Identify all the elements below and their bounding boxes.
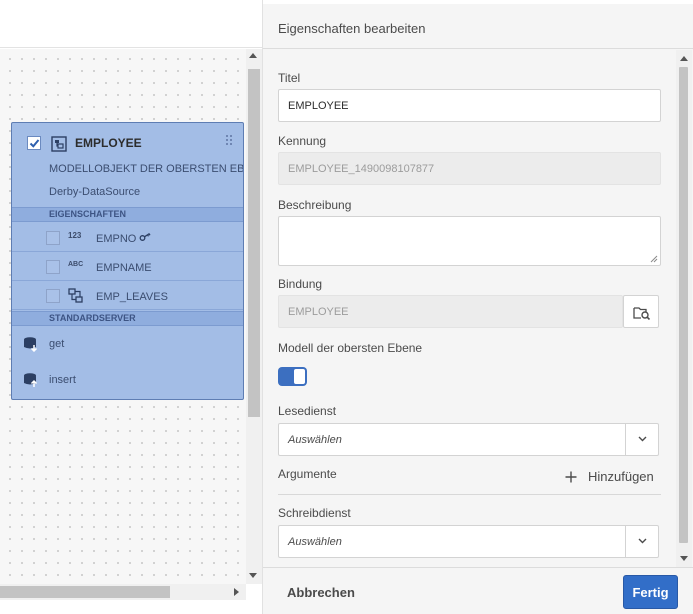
panel-body: Titel EMPLOYEE Kennung EMPLOYEE_14900981… <box>263 50 693 567</box>
canvas-toolbar <box>0 0 262 48</box>
lesedienst-dropdown-button[interactable] <box>625 424 658 455</box>
service-row-get[interactable]: get <box>12 327 243 361</box>
scroll-down-icon[interactable] <box>249 573 257 578</box>
argumente-label: Argumente <box>278 467 337 481</box>
toplevel-toggle[interactable] <box>278 367 307 386</box>
property-row-empname[interactable]: ABC EMPNAME <box>12 252 243 281</box>
lesedienst-value: Auswählen <box>288 434 342 446</box>
titel-input[interactable]: EMPLOYEE <box>278 89 661 122</box>
model-card-header: EMPLOYEE <box>12 123 243 163</box>
add-argument-button[interactable]: Hinzufügen <box>588 469 654 484</box>
services-section-header: STANDARDSERVER <box>12 311 243 326</box>
property-name: EMP_LEAVES <box>96 291 168 303</box>
canvas-footer-strip <box>0 600 262 614</box>
scroll-down-icon[interactable] <box>680 556 688 561</box>
property-row-empno[interactable]: 123 EMPNO <box>12 223 243 252</box>
kennung-label: Kennung <box>278 134 327 148</box>
panel-header: Eigenschaften bearbeiten <box>263 4 693 49</box>
canvas-vertical-scrollbar[interactable] <box>246 49 262 584</box>
beschreibung-textarea[interactable] <box>278 216 661 266</box>
section-divider <box>278 494 661 495</box>
scroll-up-icon[interactable] <box>680 56 688 61</box>
model-canvas[interactable]: EMPLOYEE MODELLOBJEKT DER OBERSTEN EBENE… <box>0 0 262 614</box>
canvas-horizontal-scrollbar[interactable] <box>0 584 246 600</box>
model-datasource: Derby-DataSource <box>49 186 141 198</box>
service-name: get <box>49 338 65 350</box>
browse-binding-button[interactable] <box>623 295 659 328</box>
lesedienst-label: Lesedienst <box>278 404 337 418</box>
lesedienst-select[interactable]: Auswählen <box>278 423 659 456</box>
scroll-right-icon[interactable] <box>234 588 239 596</box>
checkmark-icon <box>29 139 40 148</box>
service-name: insert <box>49 374 76 386</box>
schreibdienst-value: Auswählen <box>288 536 342 548</box>
schreibdienst-select[interactable]: Auswählen <box>278 525 659 558</box>
panel-vertical-scrollbar[interactable] <box>676 50 692 567</box>
plus-icon[interactable] <box>565 471 577 483</box>
entity-icon <box>51 136 67 152</box>
panel-footer: Abbrechen Fertig <box>263 567 693 614</box>
scrollbar-thumb[interactable] <box>248 69 260 417</box>
text-type-icon: ABC <box>68 261 84 268</box>
property-name: EMPNAME <box>96 262 152 274</box>
bindung-label: Bindung <box>278 277 323 291</box>
folder-search-icon <box>633 307 651 320</box>
property-checkbox[interactable] <box>46 289 60 303</box>
model-title: EMPLOYEE <box>75 136 142 150</box>
key-icon <box>139 232 151 241</box>
titel-label: Titel <box>278 71 301 85</box>
panel-title: Eigenschaften bearbeiten <box>278 21 426 36</box>
property-checkbox[interactable] <box>46 231 60 245</box>
done-button[interactable]: Fertig <box>623 575 678 609</box>
beschreibung-label: Beschreibung <box>278 198 352 212</box>
properties-section-header: EIGENSCHAFTEN <box>12 207 243 222</box>
resize-grip-icon[interactable] <box>650 255 658 263</box>
properties-panel: Eigenschaften bearbeiten Titel EMPLOYEE … <box>262 0 693 614</box>
chevron-down-icon <box>638 538 647 544</box>
database-insert-icon <box>24 373 38 387</box>
number-type-icon: 123 <box>68 231 82 240</box>
cancel-button[interactable]: Abbrechen <box>287 585 355 600</box>
model-select-checkbox[interactable] <box>27 136 41 150</box>
app-window: EMPLOYEE MODELLOBJEKT DER OBERSTEN EBENE… <box>0 0 693 614</box>
kennung-input: EMPLOYEE_1490098107877 <box>278 152 661 185</box>
model-description: MODELLOBJEKT DER OBERSTEN EBENE <box>49 163 244 175</box>
drag-handle-icon[interactable] <box>226 135 234 149</box>
property-checkbox[interactable] <box>46 260 60 274</box>
chevron-down-icon <box>638 436 647 442</box>
toggle-knob <box>293 368 306 385</box>
model-card-employee[interactable]: EMPLOYEE MODELLOBJEKT DER OBERSTEN EBENE… <box>11 122 244 400</box>
toplevel-label: Modell der obersten Ebene <box>278 341 423 355</box>
property-name: EMPNO <box>96 233 137 245</box>
scrollbar-thumb[interactable] <box>0 586 170 598</box>
schreibdienst-dropdown-button[interactable] <box>625 526 658 557</box>
bindung-input: EMPLOYEE <box>278 295 623 328</box>
database-get-icon <box>24 337 38 352</box>
schreibdienst-label: Schreibdienst <box>278 506 351 520</box>
service-row-insert[interactable]: insert <box>12 363 243 397</box>
property-row-emp-leaves[interactable]: EMP_LEAVES <box>12 281 243 310</box>
scroll-up-icon[interactable] <box>249 53 257 58</box>
scrollbar-thumb[interactable] <box>679 67 688 543</box>
entity-icon <box>68 288 83 303</box>
